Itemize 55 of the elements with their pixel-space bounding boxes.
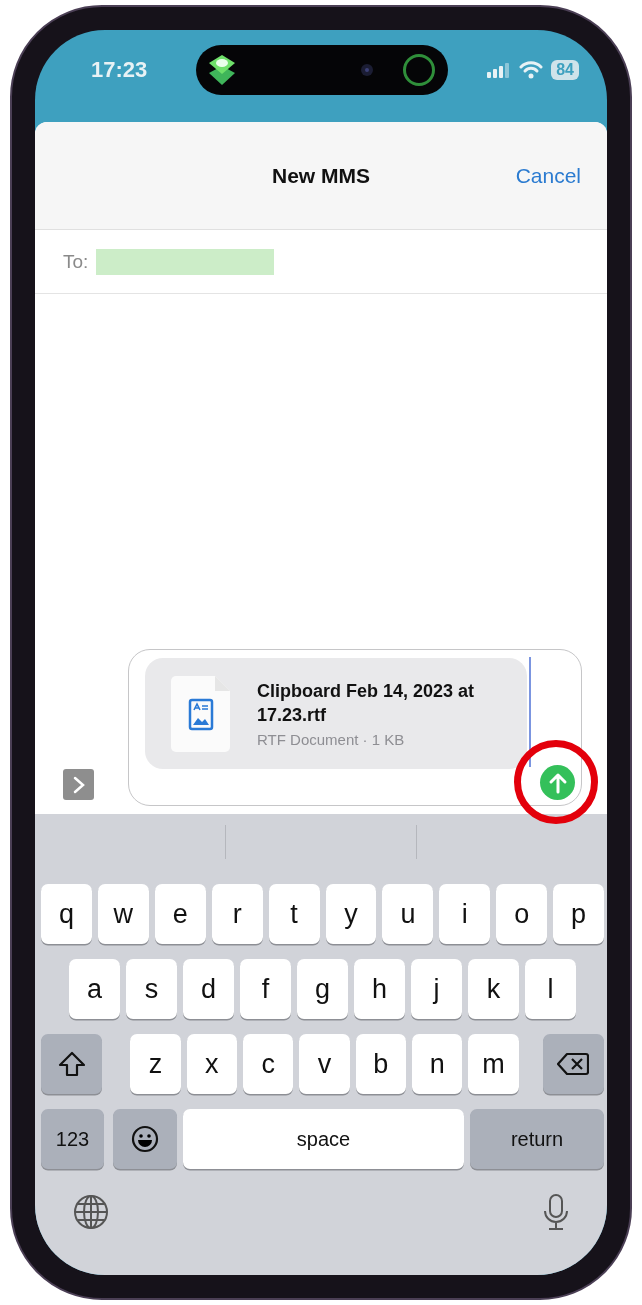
letter-key[interactable]: k: [468, 959, 519, 1019]
to-label: To:: [63, 250, 89, 273]
wifi-icon: [519, 61, 544, 79]
delete-icon: [557, 1052, 590, 1076]
attachment-card[interactable]: Clipboard Feb 14, 2023 at 17.23.rtf RTF Document · 1 KB: [145, 658, 527, 769]
letter-key[interactable]: i: [439, 884, 491, 944]
camera-icon: [360, 63, 374, 77]
progress-ring-icon: [402, 53, 436, 87]
letter-key[interactable]: d: [183, 959, 234, 1019]
microphone-icon[interactable]: [543, 1193, 569, 1231]
letter-key[interactable]: r: [211, 884, 263, 944]
expand-button[interactable]: [63, 769, 94, 800]
letter-key[interactable]: g: [297, 959, 348, 1019]
numbers-key[interactable]: 123: [41, 1109, 104, 1169]
letter-key[interactable]: l: [525, 959, 576, 1019]
letter-key[interactable]: x: [186, 1034, 237, 1094]
letter-key[interactable]: y: [325, 884, 377, 944]
layers-icon: [208, 54, 236, 86]
globe-icon[interactable]: [73, 1194, 109, 1230]
space-key[interactable]: space: [183, 1109, 464, 1169]
letter-key[interactable]: p: [553, 884, 605, 944]
letter-key[interactable]: q: [41, 884, 92, 944]
letter-key[interactable]: z: [130, 1034, 181, 1094]
signal-icon: [487, 62, 512, 78]
letter-key[interactable]: v: [299, 1034, 350, 1094]
sheet-title: New MMS: [272, 163, 370, 188]
letter-key[interactable]: u: [382, 884, 434, 944]
chevron-icon: [71, 775, 86, 794]
file-name: Clipboard Feb 14, 2023 at 17.23.rtf: [257, 680, 476, 727]
delete-key[interactable]: [542, 1034, 604, 1094]
emoji-icon: [131, 1125, 159, 1153]
letter-key[interactable]: s: [126, 959, 177, 1019]
return-key[interactable]: return: [470, 1109, 604, 1169]
letter-key[interactable]: a: [69, 959, 120, 1019]
letter-key[interactable]: j: [411, 959, 462, 1019]
letter-key[interactable]: h: [354, 959, 405, 1019]
letter-key[interactable]: m: [468, 1034, 519, 1094]
arrow-up-icon: [547, 771, 568, 794]
letter-key[interactable]: t: [268, 884, 320, 944]
message-field[interactable]: Clipboard Feb 14, 2023 at 17.23.rtf RTF Document · 1 KB: [128, 649, 582, 806]
letter-key[interactable]: w: [97, 884, 149, 944]
letter-key[interactable]: n: [412, 1034, 463, 1094]
letter-key[interactable]: o: [496, 884, 548, 944]
battery-level: 84: [551, 60, 579, 80]
letter-key[interactable]: c: [242, 1034, 294, 1094]
document-icon: [171, 676, 230, 752]
letter-key[interactable]: b: [355, 1034, 407, 1094]
cancel-button[interactable]: Cancel: [515, 163, 581, 188]
emoji-key[interactable]: [113, 1109, 177, 1169]
shift-key[interactable]: [41, 1034, 103, 1094]
letter-key[interactable]: f: [240, 959, 291, 1019]
letter-key[interactable]: e: [154, 884, 206, 944]
shift-icon: [57, 1051, 86, 1077]
status-time: 17:23: [91, 57, 149, 83]
file-details: RTF Document · 1 KB: [257, 730, 406, 748]
